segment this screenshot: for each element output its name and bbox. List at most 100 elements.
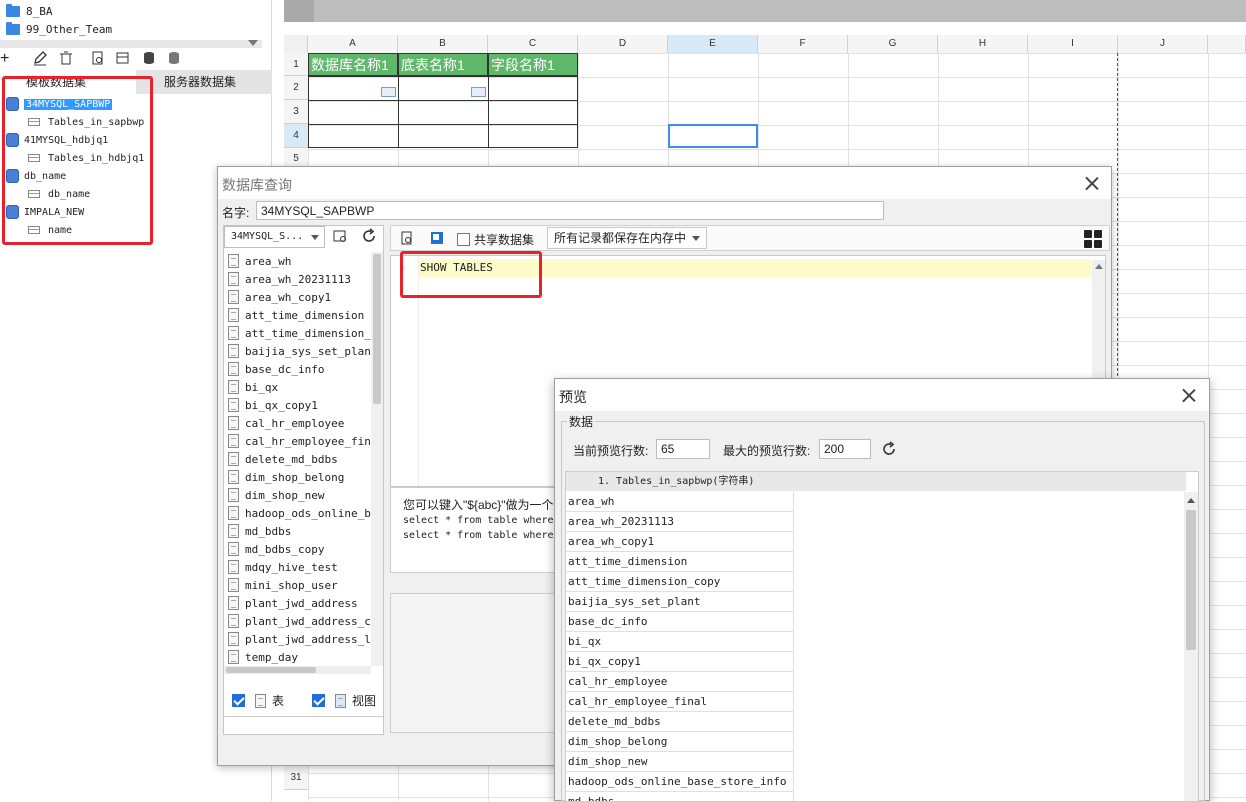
chevron-down-icon[interactable]: [248, 40, 258, 46]
delete-icon[interactable]: [58, 50, 76, 68]
table-row[interactable]: bi_qx_copy1: [566, 652, 793, 672]
chevron-up-icon[interactable]: [1187, 498, 1195, 503]
table-list-item[interactable]: plant_jwd_address_copy: [224, 612, 371, 630]
table-edit-icon[interactable]: [115, 50, 133, 68]
table-list-item[interactable]: area_wh_20231113: [224, 270, 371, 288]
table-list-item[interactable]: mini_shop_user: [224, 576, 371, 594]
row-header[interactable]: 3: [284, 100, 308, 124]
memory-select[interactable]: 所有记录都保存在内存中: [547, 227, 707, 249]
preview-icon[interactable]: [90, 50, 108, 68]
table-list-item[interactable]: baijia_sys_set_plant: [224, 342, 371, 360]
table-list-item[interactable]: att_time_dimension: [224, 306, 371, 324]
table-row[interactable]: area_wh_20231113: [566, 512, 793, 532]
table-list-item[interactable]: att_time_dimension_copy: [224, 324, 371, 342]
table-list-item[interactable]: hadoop_ods_online_base_store: [224, 504, 371, 522]
table-list-item[interactable]: bi_qx_copy1: [224, 396, 371, 414]
table-list-item[interactable]: mdqy_hive_test: [224, 558, 371, 576]
sheet-corner[interactable]: [284, 35, 308, 53]
close-icon[interactable]: [1181, 387, 1197, 403]
table-row[interactable]: delete_md_bdbs: [566, 712, 793, 732]
table-list-item[interactable]: plant_jwd_address: [224, 594, 371, 612]
view-checkbox[interactable]: 视图: [312, 692, 376, 709]
table-list-item[interactable]: area_wh: [224, 252, 371, 270]
header-cell-field-name[interactable]: 字段名称1: [488, 53, 578, 76]
tree-scrollbar[interactable]: [0, 40, 262, 48]
table-list-item[interactable]: base_dc_info: [224, 360, 371, 378]
table-list-item[interactable]: temp_day: [224, 648, 371, 666]
column-header[interactable]: I: [1028, 35, 1118, 53]
table-row[interactable]: baijia_sys_set_plant: [566, 592, 793, 612]
folder-row-2[interactable]: 99_Other_Team: [6, 20, 112, 38]
column-header[interactable]: H: [938, 35, 1028, 53]
column-header[interactable]: A: [308, 35, 398, 53]
column-header[interactable]: C: [488, 35, 578, 53]
table-row[interactable]: dim_shop_belong: [566, 732, 793, 752]
scrollbar-thumb[interactable]: [1186, 510, 1196, 650]
refresh-icon[interactable]: [361, 228, 379, 246]
column-header[interactable]: B: [398, 35, 488, 53]
table-row[interactable]: area_wh_copy1: [566, 532, 793, 552]
column-header[interactable]: E: [668, 35, 758, 53]
add-icon[interactable]: +: [0, 51, 9, 67]
param-icon[interactable]: [429, 230, 447, 248]
table-checkbox[interactable]: 表: [232, 692, 284, 709]
table-list-item[interactable]: md_bdbs: [224, 522, 371, 540]
close-icon[interactable]: [1084, 175, 1100, 191]
cell-dropdown-icon[interactable]: [381, 87, 396, 97]
database-icon[interactable]: [141, 50, 159, 68]
table-list-item[interactable]: area_wh_copy1: [224, 288, 371, 306]
table-list-item[interactable]: cal_hr_employee: [224, 414, 371, 432]
table-row[interactable]: att_time_dimension: [566, 552, 793, 572]
refresh-icon[interactable]: [881, 441, 899, 459]
table-list-item[interactable]: bi_qx: [224, 378, 371, 396]
column-header[interactable]: F: [758, 35, 848, 53]
chevron-up-icon[interactable]: [1095, 264, 1103, 269]
horizontal-scrollbar[interactable]: [224, 666, 371, 674]
preview-query-icon[interactable]: [399, 230, 417, 248]
table-row[interactable]: att_time_dimension_copy: [566, 572, 793, 592]
cell-dropdown-icon[interactable]: [471, 87, 486, 97]
tab-server-dataset[interactable]: 服务器数据集: [136, 70, 272, 94]
max-rows-input[interactable]: 200: [819, 439, 871, 459]
header-cell-table-name[interactable]: 底表名称1: [398, 53, 488, 76]
table-row[interactable]: bi_qx: [566, 632, 793, 652]
table-row[interactable]: dim_shop_new: [566, 752, 793, 772]
row-header[interactable]: 4: [284, 124, 308, 148]
table-list-item[interactable]: dim_shop_new: [224, 486, 371, 504]
current-rows-input[interactable]: 65: [656, 439, 710, 459]
table-list-scrollbar[interactable]: [371, 252, 383, 666]
preview-titlebar[interactable]: 预览: [555, 379, 1209, 411]
dialog-titlebar[interactable]: 数据库查询: [218, 167, 1111, 199]
folder-row-1[interactable]: 8_BA: [6, 2, 53, 20]
table-row[interactable]: area_wh: [566, 492, 793, 512]
column-header[interactable]: D: [578, 35, 668, 53]
table-row[interactable]: cal_hr_employee_final: [566, 692, 793, 712]
preview-scrollbar[interactable]: [1184, 492, 1198, 801]
table-list-item[interactable]: md_bdbs_copy: [224, 540, 371, 558]
edit-icon[interactable]: [32, 50, 50, 68]
selected-cell[interactable]: [668, 124, 758, 148]
row-header[interactable]: 2: [284, 76, 308, 100]
grid-layout-icon[interactable]: [1083, 229, 1103, 249]
scrollbar-thumb[interactable]: [373, 254, 381, 404]
scrollbar-thumb[interactable]: [226, 667, 316, 673]
table-list-item[interactable]: cal_hr_employee_final: [224, 432, 371, 450]
table-list-item[interactable]: delete_md_bdbs: [224, 450, 371, 468]
row-header[interactable]: 31: [284, 766, 308, 790]
share-dataset-checkbox[interactable]: 共享数据集: [457, 231, 534, 248]
connection-select[interactable]: 34MYSQL_S...: [224, 226, 325, 248]
database-config-icon[interactable]: [166, 50, 184, 68]
data-cell-block[interactable]: [308, 76, 578, 148]
search-table-icon[interactable]: [332, 228, 350, 246]
table-row[interactable]: base_dc_info: [566, 612, 793, 632]
table-row[interactable]: cal_hr_employee: [566, 672, 793, 692]
table-list-item[interactable]: dim_shop_belong: [224, 468, 371, 486]
table-row[interactable]: hadoop_ods_online_base_store_info: [566, 772, 793, 792]
column-header[interactable]: G: [848, 35, 938, 53]
header-cell-db-name[interactable]: 数据库名称1: [308, 53, 398, 76]
table-list-item[interactable]: plant_jwd_address_log: [224, 630, 371, 648]
name-input[interactable]: 34MYSQL_SAPBWP: [256, 201, 884, 220]
row-header[interactable]: 1: [284, 53, 308, 76]
column-header[interactable]: J: [1118, 35, 1208, 53]
preview-column-header[interactable]: 1. Tables_in_sapbwp(字符串): [566, 472, 1186, 491]
